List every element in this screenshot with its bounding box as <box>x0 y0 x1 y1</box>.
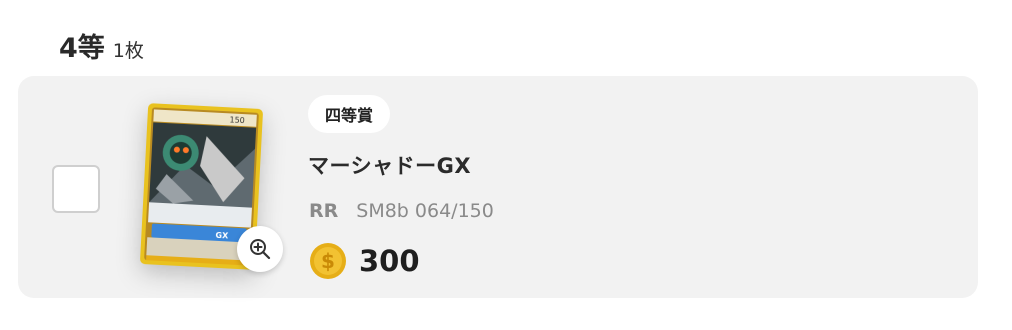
select-checkbox[interactable] <box>52 165 100 213</box>
card-hp: 150 <box>229 115 245 125</box>
card-name: マーシャドーGX <box>308 154 472 178</box>
rank-title: 4等 <box>59 33 105 64</box>
coin-icon: $ <box>310 243 346 279</box>
zoom-in-icon <box>250 239 271 260</box>
price-line: $ 300 <box>309 242 420 280</box>
rank-count: 1枚 <box>112 40 144 62</box>
prize-badge: 四等賞 <box>308 95 391 133</box>
card-set-number: SM8b 064/150 <box>356 200 494 222</box>
prize-row: 150 GX 四等賞 マーシャドーGX RR SM8b 064/150 $ 30… <box>18 76 978 298</box>
svg-text:$: $ <box>321 249 335 273</box>
zoom-button[interactable] <box>237 226 283 272</box>
card-meta: RR SM8b 064/150 <box>309 200 494 222</box>
section-header: 4等 1枚 <box>59 26 144 65</box>
card-gx-label: GX <box>215 231 229 241</box>
card-rarity: RR <box>309 200 339 222</box>
price-value: 300 <box>359 244 420 278</box>
